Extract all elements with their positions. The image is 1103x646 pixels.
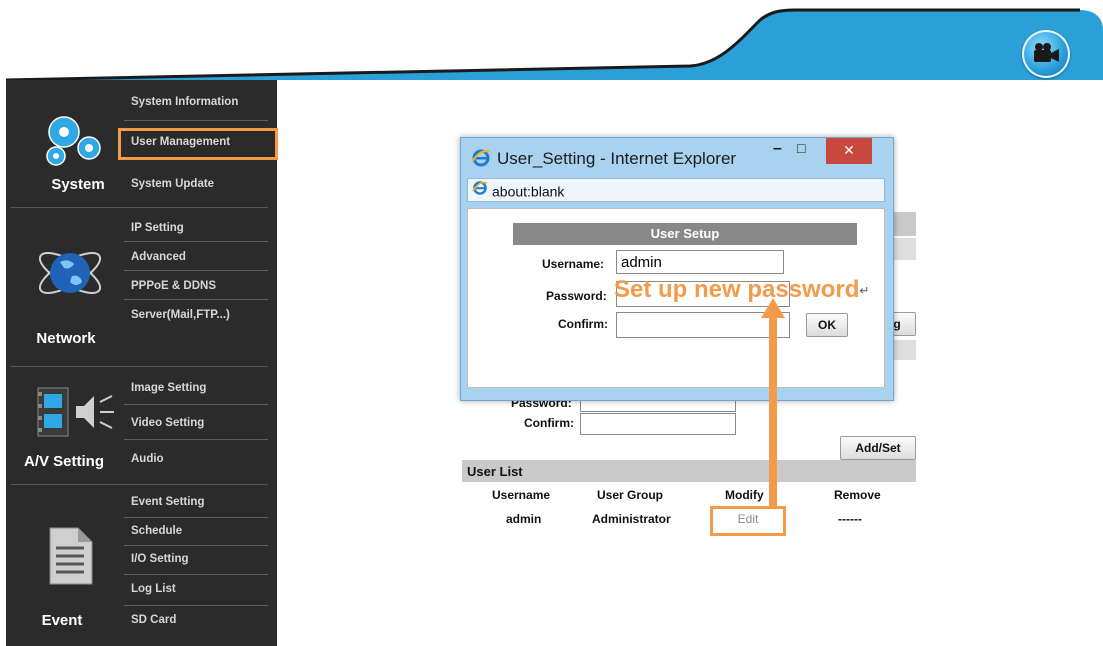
menu-system-update[interactable]: System Update: [131, 178, 214, 190]
network-globe-icon: [34, 240, 106, 306]
minimize-button[interactable]: –: [773, 140, 782, 158]
menu-server[interactable]: Server(Mail,FTP...): [131, 309, 230, 321]
column-user-group: User Group: [597, 488, 664, 502]
column-remove: Remove: [834, 488, 881, 502]
header-banner: [0, 8, 1103, 82]
annotation-label: Set up new password: [614, 276, 860, 303]
dialog-username-field[interactable]: admin: [616, 250, 784, 274]
menu-divider: [124, 404, 268, 405]
close-button[interactable]: ✕: [826, 138, 872, 164]
user-setting-dialog: User_Setting - Internet Explorer – □ ✕ a…: [460, 137, 894, 401]
dialog-confirm-label: Confirm:: [558, 317, 608, 331]
add-set-button[interactable]: Add/Set: [840, 436, 916, 460]
return-mark: ↵: [859, 283, 870, 298]
menu-io-setting[interactable]: I/O Setting: [131, 553, 189, 565]
menu-ip-setting[interactable]: IP Setting: [131, 222, 184, 234]
section-label-event: Event: [41, 612, 83, 629]
confirm-field[interactable]: [580, 413, 736, 435]
menu-image-setting[interactable]: Image Setting: [131, 382, 206, 394]
user-setup-heading: User Setup: [513, 223, 857, 245]
menu-system-information[interactable]: System Information: [131, 96, 238, 108]
row-user-group: Administrator: [592, 512, 671, 526]
maximize-button[interactable]: □: [797, 140, 805, 156]
camera-icon[interactable]: [1022, 30, 1070, 78]
system-icon: [34, 112, 114, 174]
annotation-text: Set up new password↵: [614, 276, 869, 304]
ie-logo-icon: [471, 148, 491, 173]
menu-divider: [124, 270, 268, 271]
address-text: about:blank: [492, 183, 565, 200]
dialog-password-label: Password:: [546, 289, 607, 303]
section-divider: [10, 484, 268, 485]
section-label-network: Network: [36, 330, 96, 347]
av-setting-icon: [36, 384, 122, 440]
section-divider: [10, 366, 268, 367]
section-label-av-setting: A/V Setting: [23, 453, 104, 470]
ok-button[interactable]: OK: [806, 313, 848, 337]
edit-link[interactable]: Edit: [716, 512, 780, 526]
menu-event-setting[interactable]: Event Setting: [131, 496, 204, 508]
menu-divider: [124, 299, 268, 300]
menu-divider: [124, 439, 268, 440]
row-username: admin: [506, 512, 542, 526]
column-username: Username: [492, 488, 551, 502]
section-bar: [892, 340, 916, 360]
menu-video-setting[interactable]: Video Setting: [131, 417, 204, 429]
ie-page-icon: [472, 180, 488, 202]
menu-divider: [124, 241, 268, 242]
menu-divider: [124, 545, 268, 546]
menu-divider: [124, 605, 268, 606]
event-document-icon: [40, 524, 100, 588]
menu-user-management[interactable]: User Management: [131, 136, 230, 148]
menu-pppoe-ddns[interactable]: PPPoE & DDNS: [131, 280, 216, 292]
address-bar[interactable]: about:blank: [467, 178, 885, 202]
section-divider: [10, 207, 268, 208]
dialog-username-label: Username:: [542, 257, 605, 271]
menu-divider: [124, 120, 268, 121]
user-list-header: [462, 460, 916, 482]
user-list-title: User List: [467, 464, 523, 479]
menu-divider: [124, 574, 268, 575]
menu-divider: [124, 517, 268, 518]
row-remove: ------: [838, 512, 862, 526]
menu-audio[interactable]: Audio: [131, 453, 164, 465]
confirm-label: Confirm:: [524, 416, 574, 430]
dialog-title: User_Setting - Internet Explorer: [497, 149, 737, 168]
section-bar: [892, 212, 916, 236]
section-label-system: System: [51, 176, 105, 193]
section-bar: [892, 238, 916, 260]
menu-schedule[interactable]: Schedule: [131, 525, 182, 537]
menu-log-list[interactable]: Log List: [131, 583, 176, 595]
menu-sd-card[interactable]: SD Card: [131, 614, 176, 626]
menu-advanced[interactable]: Advanced: [131, 251, 186, 263]
annotation-arrow: [761, 298, 785, 508]
